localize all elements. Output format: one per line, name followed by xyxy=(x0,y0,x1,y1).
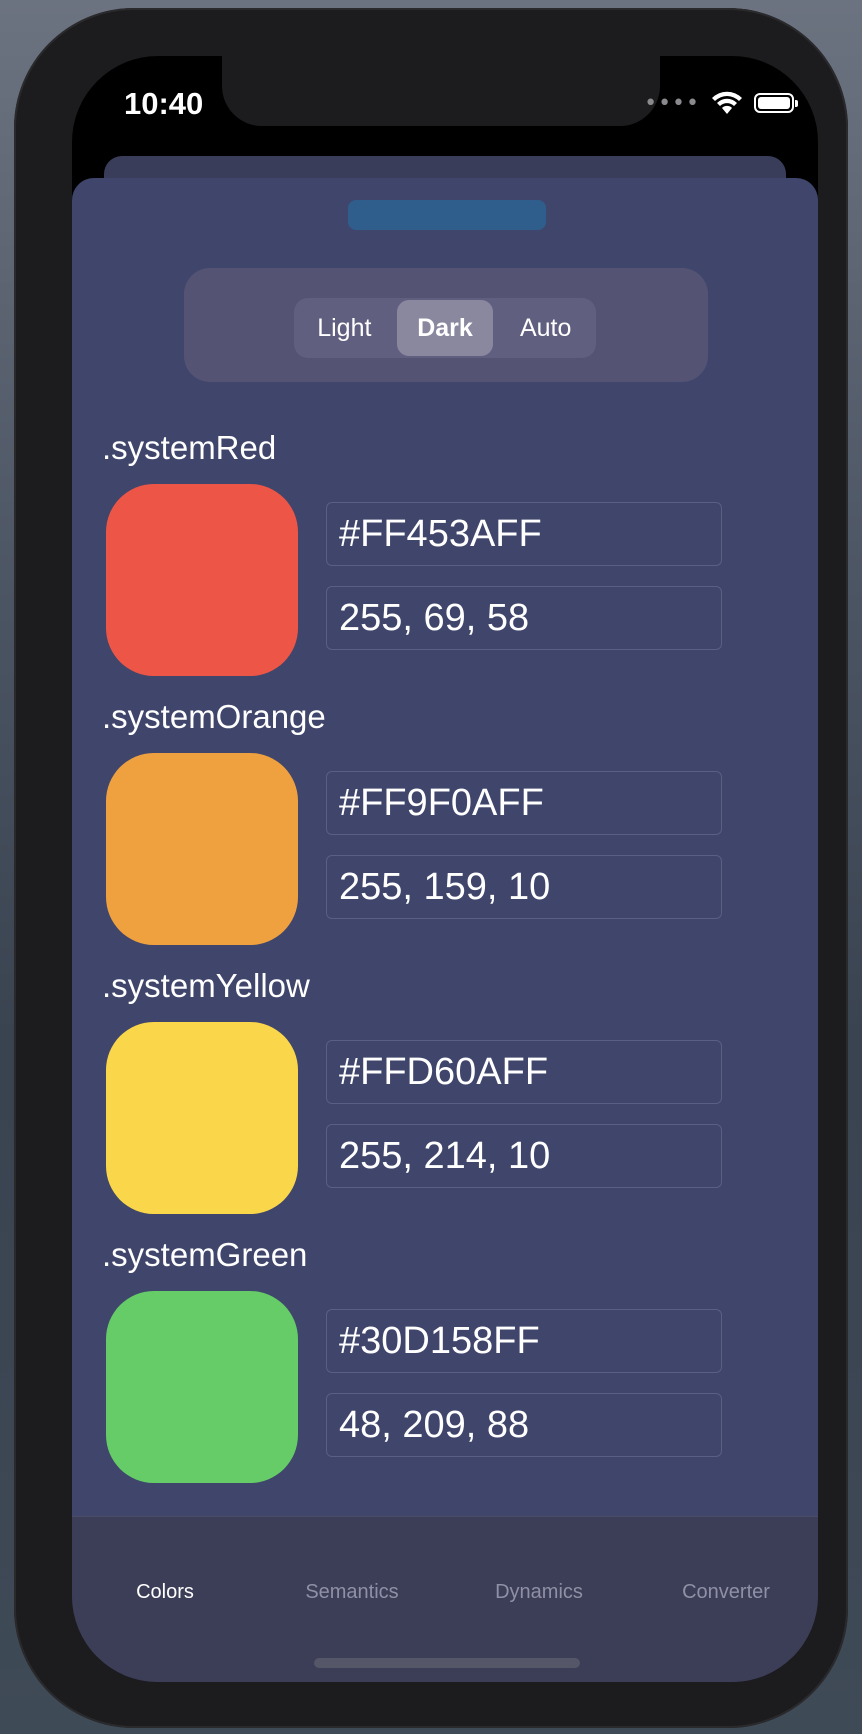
color-swatch xyxy=(106,753,298,945)
color-block-red: .systemRed #FF453AFF 255, 69, 58 xyxy=(102,426,762,676)
status-time: 10:40 xyxy=(124,86,204,121)
color-name: .systemGreen xyxy=(102,1236,308,1273)
sheet-grabber[interactable] xyxy=(348,200,546,230)
hex-field[interactable]: #FFD60AFF xyxy=(326,1040,722,1104)
battery-icon xyxy=(754,93,798,113)
color-block-yellow: .systemYellow #FFD60AFF 255, 214, 10 xyxy=(102,964,762,1214)
segment-light[interactable]: Light xyxy=(296,300,393,356)
rgb-field[interactable]: 48, 209, 88 xyxy=(326,1393,722,1457)
home-indicator xyxy=(314,1658,580,1668)
color-block-orange: .systemOrange #FF9F0AFF 255, 159, 10 xyxy=(102,695,762,945)
hex-field[interactable]: #FF9F0AFF xyxy=(326,771,722,835)
color-swatch xyxy=(106,1291,298,1483)
color-sheet: Light Dark Auto .systemRed #FF453AFF 255… xyxy=(72,178,818,1682)
segment-dark[interactable]: Dark xyxy=(396,300,494,356)
tab-semantics[interactable]: Semantics xyxy=(259,1581,445,1604)
color-name: .systemRed xyxy=(102,429,277,466)
rgb-field[interactable]: 255, 69, 58 xyxy=(326,586,722,650)
status-icons: •••• xyxy=(644,90,798,116)
wifi-icon xyxy=(712,91,742,114)
appearance-control-container: Light Dark Auto xyxy=(184,268,708,382)
phone-screen: 10:40 •••• Light Dark Auto .systemRed #F… xyxy=(72,56,818,1682)
signal-dots-icon: •••• xyxy=(644,90,700,116)
tab-converter[interactable]: Converter xyxy=(633,1581,818,1604)
color-swatch xyxy=(106,1022,298,1214)
color-name: .systemOrange xyxy=(102,698,326,735)
hex-field[interactable]: #30D158FF xyxy=(326,1309,722,1373)
rgb-field[interactable]: 255, 159, 10 xyxy=(326,855,722,919)
segment-auto[interactable]: Auto xyxy=(497,300,594,356)
rgb-field[interactable]: 255, 214, 10 xyxy=(326,1124,722,1188)
tab-colors[interactable]: Colors xyxy=(72,1581,258,1604)
phone-frame: 10:40 •••• Light Dark Auto .systemRed #F… xyxy=(14,8,848,1728)
color-block-green: .systemGreen #30D158FF 48, 209, 88 xyxy=(102,1233,762,1483)
appearance-segmented-control[interactable]: Light Dark Auto xyxy=(294,298,596,358)
color-name: .systemYellow xyxy=(102,967,310,1004)
camera-notch xyxy=(222,56,660,126)
tab-dynamics[interactable]: Dynamics xyxy=(446,1581,632,1604)
hex-field[interactable]: #FF453AFF xyxy=(326,502,722,566)
color-swatch xyxy=(106,484,298,676)
